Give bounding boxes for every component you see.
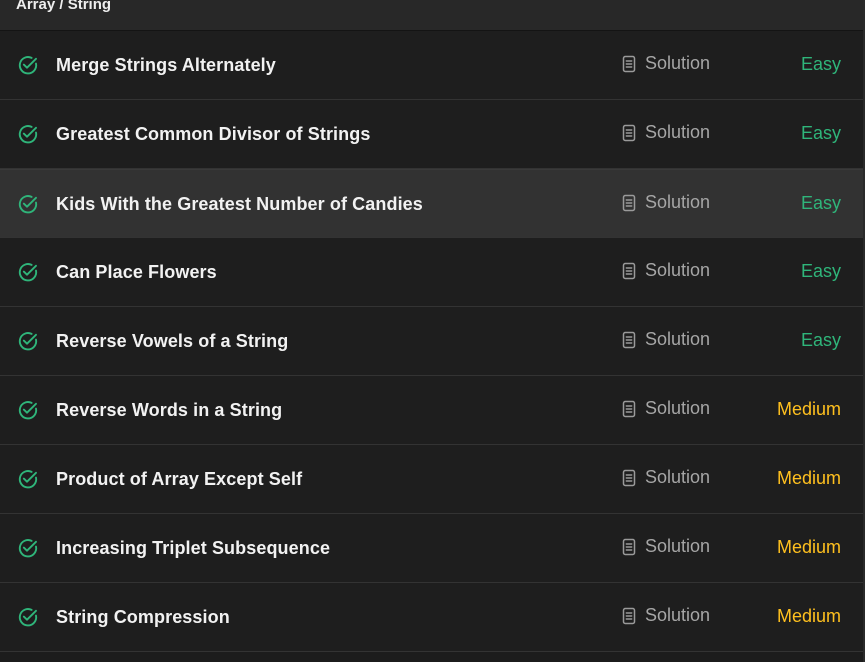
document-icon: [622, 607, 636, 624]
check-circle-icon: [18, 125, 38, 144]
problem-row-4[interactable]: Can Place Flowers Solution Easy: [0, 238, 863, 307]
check-circle-icon: [18, 195, 38, 214]
problem-row-9[interactable]: String Compression Solution Medium: [0, 583, 863, 652]
section-header[interactable]: Array / String: [0, 0, 865, 31]
problem-title[interactable]: Merge Strings Alternately: [56, 55, 276, 76]
check-circle-icon: [18, 470, 38, 489]
solution-link[interactable]: Solution: [622, 467, 710, 488]
problem-row-5[interactable]: Reverse Vowels of a String Solution Easy: [0, 307, 863, 376]
solution-link[interactable]: Solution: [622, 260, 710, 281]
document-icon: [622, 124, 636, 141]
solution-label: Solution: [645, 260, 711, 280]
difficulty-label: Medium: [776, 399, 841, 419]
problem-row-3[interactable]: Kids With the Greatest Number of Candies…: [0, 169, 863, 238]
problem-row-2[interactable]: Greatest Common Divisor of Strings Solut…: [0, 100, 863, 169]
difficulty-label: Easy: [800, 123, 841, 143]
document-icon: [622, 194, 636, 211]
problem-row-1[interactable]: Merge Strings Alternately Solution Easy: [0, 31, 863, 100]
check-circle-icon: [18, 56, 38, 75]
document-icon: [622, 538, 636, 555]
difficulty-label: Easy: [800, 261, 841, 281]
difficulty-label: Easy: [800, 54, 841, 74]
section-title: Array / String: [16, 0, 112, 13]
solution-label: Solution: [645, 53, 711, 73]
document-icon: [622, 331, 636, 348]
solution-label: Solution: [645, 329, 711, 349]
solution-link[interactable]: Solution: [622, 53, 710, 74]
problem-row-7[interactable]: Product of Array Except Self Solution Me…: [0, 445, 863, 514]
difficulty-label: Medium: [776, 468, 841, 488]
problem-title[interactable]: Can Place Flowers: [56, 262, 217, 283]
document-icon: [622, 262, 636, 279]
problem-title[interactable]: Kids With the Greatest Number of Candies: [56, 194, 423, 215]
check-circle-icon: [18, 401, 38, 420]
check-circle-icon: [18, 332, 38, 351]
problem-title[interactable]: String Compression: [56, 607, 230, 628]
problem-row-8[interactable]: Increasing Triplet Subsequence Solution …: [0, 514, 863, 583]
document-icon: [622, 400, 636, 417]
solution-label: Solution: [645, 192, 711, 212]
solution-link[interactable]: Solution: [622, 398, 710, 419]
solution-link[interactable]: Solution: [622, 329, 710, 350]
solution-label: Solution: [645, 122, 711, 142]
solution-link[interactable]: Solution: [622, 122, 710, 143]
problem-title[interactable]: Reverse Words in a String: [56, 400, 282, 421]
check-circle-icon: [18, 539, 38, 558]
problem-row-6[interactable]: Reverse Words in a String Solution Mediu…: [0, 376, 863, 445]
problem-title[interactable]: Greatest Common Divisor of Strings: [56, 124, 370, 145]
solution-link[interactable]: Solution: [622, 192, 710, 213]
difficulty-label: Easy: [800, 330, 841, 350]
problem-section: Array / String Merge Strings Alternately…: [0, 0, 865, 662]
solution-label: Solution: [645, 467, 711, 487]
problem-title[interactable]: Product of Array Except Self: [56, 469, 302, 490]
difficulty-label: Easy: [800, 193, 841, 213]
solution-label: Solution: [645, 398, 711, 418]
document-icon: [622, 55, 636, 72]
check-circle-icon: [18, 263, 38, 282]
solution-label: Solution: [645, 536, 711, 556]
problem-list: Merge Strings Alternately Solution Easy …: [0, 31, 863, 652]
difficulty-label: Medium: [776, 606, 841, 626]
difficulty-label: Medium: [776, 537, 841, 557]
problem-title[interactable]: Increasing Triplet Subsequence: [56, 538, 330, 559]
problem-title[interactable]: Reverse Vowels of a String: [56, 331, 288, 352]
solution-link[interactable]: Solution: [622, 605, 710, 626]
solution-link[interactable]: Solution: [622, 536, 710, 557]
solution-label: Solution: [645, 605, 711, 625]
document-icon: [622, 469, 636, 486]
check-circle-icon: [18, 608, 38, 627]
